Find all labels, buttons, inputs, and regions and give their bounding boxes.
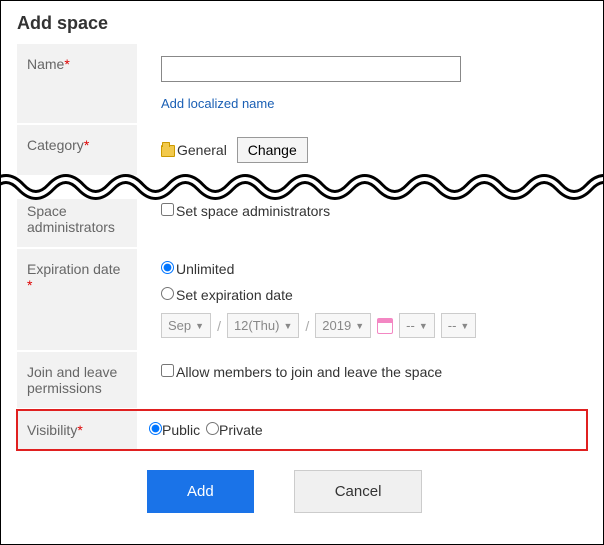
year-select[interactable]: 2019▼ [315,313,371,338]
expiration-unlimited-radio[interactable] [161,261,174,274]
folder-icon [161,145,175,157]
visibility-public-radio[interactable] [149,422,162,435]
expiration-set-radio[interactable] [161,287,174,300]
minute-select[interactable]: --▼ [441,313,477,338]
month-select[interactable]: Sep▼ [161,313,211,338]
name-input[interactable] [161,56,461,82]
admins-label: Space administrators [17,199,137,247]
join-leave-label[interactable]: Allow members to join and leave the spac… [161,364,442,380]
visibility-label: Visibility* [17,410,137,450]
category-value: General [177,142,227,158]
change-category-button[interactable]: Change [237,137,308,163]
visibility-public-label[interactable]: Public [149,422,200,438]
add-button[interactable]: Add [147,470,254,513]
category-label: Category* [17,125,137,175]
calendar-icon[interactable] [377,318,393,334]
content-break-decoration [1,169,603,205]
visibility-private-label[interactable]: Private [206,422,263,438]
expiration-label: Expiration date * [17,249,137,350]
page-title: Add space [17,13,587,34]
cancel-button[interactable]: Cancel [294,470,423,513]
visibility-private-radio[interactable] [206,422,219,435]
day-select[interactable]: 12(Thu)▼ [227,313,299,338]
expiration-unlimited-label[interactable]: Unlimited [161,261,234,277]
join-label: Join and leave permissions [17,352,137,408]
name-label: Name* [17,44,137,123]
hour-select[interactable]: --▼ [399,313,435,338]
set-admins-label[interactable]: Set space administrators [161,203,330,219]
join-leave-checkbox[interactable] [161,364,174,377]
expiration-set-label[interactable]: Set expiration date [161,287,293,303]
visibility-row: Visibility* Public Private [17,410,587,450]
add-localized-name-link[interactable]: Add localized name [161,96,274,111]
